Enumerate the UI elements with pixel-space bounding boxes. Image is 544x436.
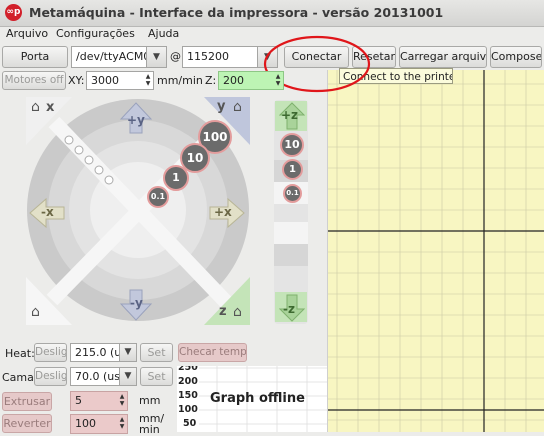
app-icon: ∞p [5, 4, 22, 21]
plus-y-label: +y [127, 113, 145, 127]
heat-off-button[interactable]: Deslig [34, 343, 67, 362]
x-home-label: x [46, 100, 55, 115]
step-1-button[interactable]: 1 [163, 165, 189, 191]
port-dropdown-arrow-icon[interactable]: ▼ [147, 46, 167, 68]
bed-dropdown-arrow-icon[interactable]: ▼ [120, 367, 137, 386]
port-select[interactable]: /dev/ttyACM0 [71, 46, 147, 68]
home-icon-z: ⌂ [233, 304, 242, 320]
home-icon-y: ⌂ [233, 99, 242, 115]
home-icon-x: ⌂ [31, 99, 40, 115]
heat-set-button[interactable]: Set [140, 343, 173, 362]
z-step-10-button[interactable]: 10 [280, 133, 304, 157]
menu-arquivo[interactable]: Arquivo [6, 27, 48, 40]
window-title: Metamáquina - Interface da impressora - … [29, 5, 444, 20]
xy-spin-icon[interactable]: ▲ ▼ [143, 73, 153, 87]
bed-set-button[interactable]: Set [140, 367, 173, 386]
reverse-button[interactable]: Reverter [2, 414, 52, 433]
graph-tick-150: 150 [178, 390, 198, 401]
minus-y-label: -y [130, 296, 143, 310]
title-bar: ∞p Metamáquina - Interface da impressora… [0, 0, 544, 27]
minus-z-label: -z [283, 302, 295, 316]
menu-ajuda[interactable]: Ajuda [148, 27, 179, 40]
plus-x-label: +x [214, 205, 232, 219]
xy-label: XY: [68, 74, 85, 87]
y-home-label: y [217, 99, 226, 114]
menu-configuracoes[interactable]: Configurações [56, 27, 135, 40]
z-step-1-button[interactable]: 1 [282, 159, 303, 180]
print-bed-grid[interactable] [327, 70, 544, 432]
home-icon-all: ⌂ [31, 304, 40, 320]
bed-label: Cama: [2, 371, 38, 384]
z-label: Z: [205, 74, 217, 87]
extrude-unit: mm [139, 394, 161, 407]
z-spin-icon[interactable]: ▲ ▼ [273, 73, 283, 87]
extrude-spin-icon[interactable]: ▲ ▼ [117, 393, 127, 407]
graph-tick-100: 100 [178, 404, 198, 415]
graph-tick-50: 50 [183, 418, 197, 429]
z-step-01-button[interactable]: 0.1 [283, 184, 302, 203]
z-home-label: z [219, 304, 227, 319]
grid-lines [328, 70, 544, 432]
graph-status: Graph offline [210, 391, 305, 406]
baud-select[interactable]: 115200 [182, 46, 258, 68]
graph-tick-250: 250 [178, 366, 198, 373]
step-01-button[interactable]: 0.1 [147, 186, 169, 208]
compose-button[interactable]: Compose [490, 46, 542, 68]
graph-tick-200: 200 [178, 376, 198, 387]
extrude-button[interactable]: Extrusar [2, 392, 52, 411]
temperature-graph: 250 200 150 100 50 Graph offline [177, 366, 327, 432]
xy-unit: mm/min [157, 74, 203, 87]
port-button[interactable]: Porta [2, 46, 68, 68]
check-temp-button[interactable]: Checar temp [178, 343, 247, 362]
heat-dropdown-arrow-icon[interactable]: ▼ [120, 343, 137, 362]
plus-z-label: +z [281, 108, 299, 122]
bed-off-button[interactable]: Deslig [34, 367, 67, 386]
load-file-button[interactable]: Carregar arquivo [399, 46, 487, 68]
motors-off-button[interactable]: Motores off [2, 71, 66, 90]
heat-label: Heat: [5, 347, 35, 360]
at-symbol: @ [170, 50, 181, 63]
feed-spin-icon[interactable]: ▲ ▼ [117, 416, 127, 430]
bed-temp-select[interactable]: 70.0 (us [70, 367, 120, 386]
minus-x-label: -x [41, 205, 54, 219]
highlight-circle [263, 35, 371, 93]
heat-temp-select[interactable]: 215.0 (u [70, 343, 120, 362]
